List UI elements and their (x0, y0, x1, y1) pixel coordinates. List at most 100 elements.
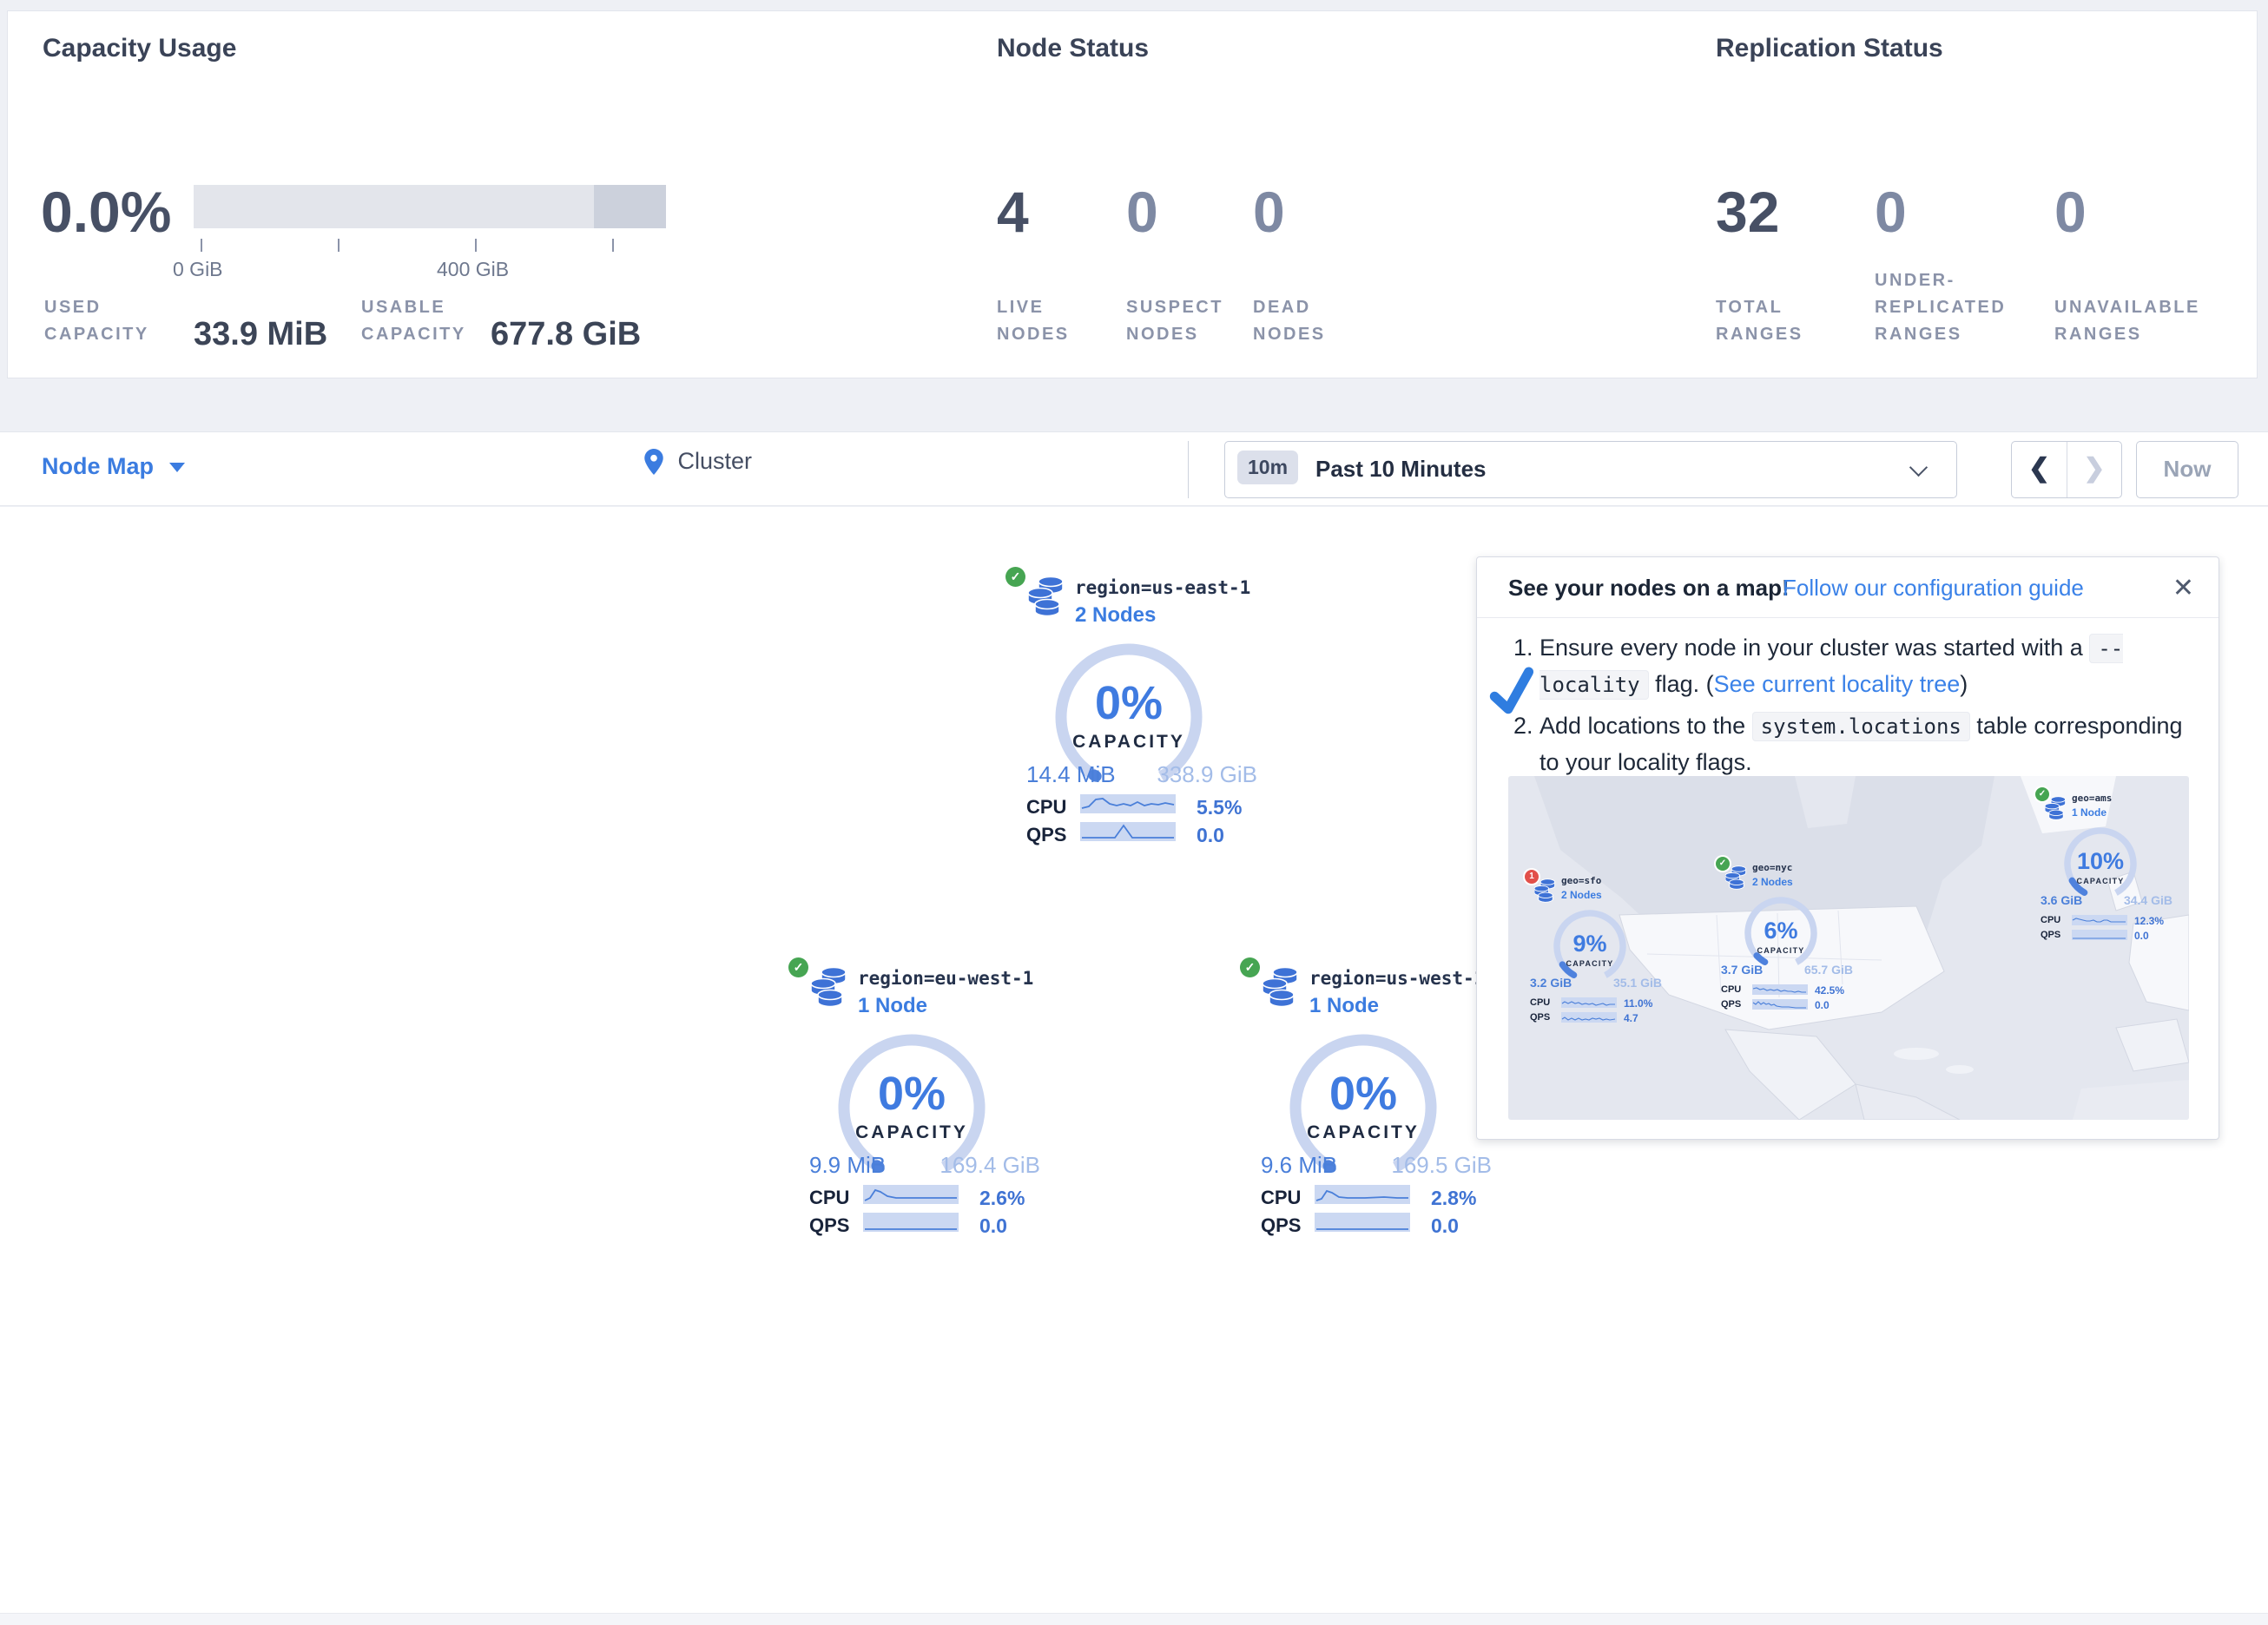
qps-sparkline (863, 1213, 959, 1232)
usable-capacity-value: 677.8 GiB (491, 316, 641, 353)
cockroachdb-admin-overview: Capacity Usage 0.0% 0 GiB 400 GiB USED C… (0, 0, 2268, 1625)
qps-label: QPS (2041, 930, 2060, 940)
setup-step-2: Add locations to the system.locations ta… (1539, 708, 2194, 780)
capacity-percent: 0% (1255, 1067, 1472, 1121)
capacity-percent: 0% (1020, 676, 1237, 730)
qps-label: QPS (809, 1214, 849, 1237)
cpu-label: CPU (809, 1187, 849, 1209)
database-icon (1263, 966, 1301, 1008)
cpu-value: 12.3% (2134, 915, 2164, 927)
time-now-button[interactable]: Now (2136, 441, 2238, 498)
cpu-row: CPU 42.5% (1721, 984, 1851, 997)
cpu-row: CPU 5.5% (1026, 794, 1266, 817)
map-node-geo-ams[interactable]: ✓ geo=ams 1 Node 10% CAPACITY 3.6 GiB 34… (2035, 787, 2174, 945)
qps-sparkline (1561, 1012, 1617, 1023)
node-count-link[interactable]: 1 Node (858, 994, 927, 1018)
chevron-down-icon (1909, 458, 1928, 477)
dead-nodes-label: DEAD NODES (1253, 294, 1361, 348)
suspect-nodes-label: SUSPECT NODES (1126, 294, 1239, 348)
cpu-row: CPU 2.6% (809, 1185, 1049, 1207)
capacity-label: CAPACITY (2048, 877, 2153, 885)
capacity-total: 65.7 GiB (1804, 963, 1853, 977)
cpu-row: CPU 11.0% (1530, 997, 1660, 1010)
replication-status-title: Replication Status (1716, 34, 1943, 63)
cpu-label: CPU (1026, 796, 1066, 819)
dead-nodes-value: 0 (1253, 183, 1285, 240)
under-replicated-ranges-value: 0 (1875, 183, 1907, 240)
node-region-label: region=us-east-1 (1075, 577, 1250, 598)
capacity-used: 3.2 GiB (1530, 976, 1572, 990)
time-range-badge: 10m (1237, 451, 1298, 484)
node-status-badge: ✓ (1005, 567, 1025, 587)
database-icon (1725, 865, 1748, 891)
capacity-axis-tick-0: 0 GiB (173, 258, 223, 281)
capacity-used: 3.7 GiB (1721, 963, 1763, 977)
blue-check-icon (1486, 665, 1541, 720)
total-ranges-label: TOTAL RANGES (1716, 294, 1829, 348)
qps-row: QPS 0.0 (809, 1213, 1049, 1235)
map-node-geo-sfo[interactable]: 1 geo=sfo 2 Nodes 9% CAPACITY 3.2 GiB 35… (1525, 870, 1664, 1028)
time-prev-button[interactable]: ❮ (2012, 442, 2067, 497)
breadcrumb[interactable]: Cluster (644, 448, 752, 491)
cpu-sparkline (1561, 997, 1617, 1008)
qps-row: QPS 0.0 (1721, 999, 1851, 1011)
capacity-usage-title: Capacity Usage (43, 34, 236, 63)
node-count-link[interactable]: 2 Nodes (1752, 876, 1793, 888)
cpu-label: CPU (1721, 984, 1741, 995)
used-capacity-label: USED CAPACITY (44, 294, 175, 348)
cpu-value: 5.5% (1197, 796, 1242, 819)
node-status-badge: ✓ (788, 957, 808, 977)
qps-row: QPS 0.0 (2041, 930, 2171, 942)
node-map-canvas: ✓ region=us-east-1 2 Nodes 0% CAPACITY 1… (0, 507, 2268, 1613)
breadcrumb-cluster: Cluster (677, 448, 752, 474)
capacity-total: 35.1 GiB (1613, 976, 1662, 990)
chevron-down-icon (169, 463, 185, 472)
capacity-percent: 10% (2048, 848, 2153, 875)
time-range-selector[interactable]: 10m Past 10 Minutes (1224, 441, 1957, 498)
node-count-link[interactable]: 2 Nodes (1561, 889, 1602, 901)
capacity-total: 338.9 GiB (1157, 761, 1257, 788)
map-node-geo-nyc[interactable]: ✓ geo=nyc 2 Nodes 6% CAPACITY 3.7 GiB 65… (1716, 857, 1855, 1015)
page-bottom-strip (0, 1613, 2268, 1625)
setup-step-1: Ensure every node in your cluster was st… (1539, 630, 2194, 703)
popup-header: See your nodes on a map! Follow our conf… (1477, 557, 2219, 618)
live-nodes-label: LIVE NODES (997, 294, 1105, 348)
capacity-label: CAPACITY (1020, 732, 1237, 753)
cpu-value: 2.8% (1431, 1187, 1476, 1210)
qps-value: 0.0 (1815, 999, 1830, 1011)
database-icon (1534, 878, 1557, 904)
node-group-us-west-1[interactable]: ✓ region=us-west-1 1 Node 0% CAPACITY 9.… (1240, 954, 1500, 1245)
capacity-used: 14.4 MiB (1026, 761, 1116, 788)
qps-sparkline (1080, 822, 1176, 841)
node-count-link[interactable]: 1 Node (1309, 994, 1379, 1018)
locality-tree-link[interactable]: See current locality tree (1714, 671, 1961, 697)
configuration-guide-link[interactable]: Follow our configuration guide (1783, 575, 2084, 602)
node-count-link[interactable]: 2 Nodes (1075, 603, 1156, 628)
qps-row: QPS 0.0 (1026, 822, 1266, 845)
node-status-title: Node Status (997, 34, 1149, 63)
cluster-summary-card: Capacity Usage 0.0% 0 GiB 400 GiB USED C… (7, 10, 2258, 378)
time-next-button[interactable]: ❯ (2067, 442, 2121, 497)
popup-title: See your nodes on a map! (1508, 575, 1790, 602)
popup-steps: Ensure every node in your cluster was st… (1508, 630, 2194, 786)
capacity-percent: 6% (1729, 918, 1833, 944)
unavailable-ranges-value: 0 (2054, 183, 2087, 240)
capacity-percent: 0% (803, 1067, 1020, 1121)
capacity-total: 169.5 GiB (1391, 1152, 1492, 1179)
node-group-eu-west-1[interactable]: ✓ region=eu-west-1 1 Node 0% CAPACITY 9.… (788, 954, 1049, 1245)
view-selector-node-map[interactable]: Node Map (42, 453, 185, 480)
total-ranges-value: 32 (1716, 183, 1779, 240)
time-nav-arrows: ❮ ❯ (2011, 441, 2122, 498)
node-region-label: region=eu-west-1 (858, 968, 1033, 989)
capacity-bar-other-segment (594, 185, 666, 228)
qps-label: QPS (1721, 999, 1741, 1010)
node-count-link[interactable]: 1 Node (2072, 806, 2106, 819)
cpu-sparkline (1752, 984, 1808, 995)
close-icon[interactable]: ✕ (2172, 573, 2194, 603)
node-status-badge: ✓ (1240, 957, 1260, 977)
node-region-label: geo=nyc (1752, 862, 1792, 873)
capacity-total: 169.4 GiB (940, 1152, 1040, 1179)
node-region-label: geo=sfo (1561, 875, 1601, 886)
node-region-label: region=us-west-1 (1309, 968, 1485, 989)
node-group-us-east-1[interactable]: ✓ region=us-east-1 2 Nodes 0% CAPACITY 1… (1005, 563, 1266, 854)
